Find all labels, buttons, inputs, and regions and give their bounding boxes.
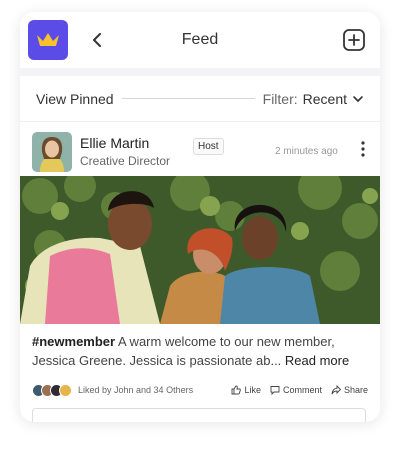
- comment-input[interactable]: [32, 408, 366, 422]
- host-badge: Host: [193, 138, 224, 155]
- like-label: Like: [244, 385, 261, 395]
- share-button[interactable]: Share: [331, 385, 368, 395]
- comment-icon: [270, 386, 280, 395]
- share-icon: [331, 385, 341, 395]
- plus-square-icon[interactable]: [342, 28, 366, 52]
- page-title: Feed: [181, 31, 219, 48]
- thumbs-up-icon: [231, 385, 242, 395]
- comment-label: Comment: [282, 385, 322, 395]
- filter-label: Filter:: [262, 90, 298, 107]
- avatar[interactable]: [32, 132, 72, 172]
- feed-card: Feed View Pinned Filter: Recent Ellie Ma…: [20, 12, 380, 422]
- liker-avatars[interactable]: [32, 383, 72, 397]
- author-role: Creative Director: [80, 154, 171, 168]
- post-text: #newmember A warm welcome to our new mem…: [32, 332, 372, 370]
- like-button[interactable]: Like: [231, 385, 261, 395]
- share-label: Share: [343, 385, 368, 395]
- read-more-link[interactable]: Read more: [281, 353, 349, 368]
- filter-bar: View Pinned Filter: Recent: [20, 76, 380, 122]
- liker-avatar: [59, 383, 72, 397]
- post-header: Ellie Martin Creative Director Host 2 mi…: [20, 122, 380, 180]
- likes-summary[interactable]: Liked by John and 34 Others: [78, 385, 193, 395]
- comment-button[interactable]: Comment: [270, 385, 322, 395]
- divider: [121, 98, 255, 99]
- chevron-down-icon[interactable]: [352, 93, 364, 105]
- action-buttons: Like Comment Share: [231, 385, 368, 395]
- filter-dropdown[interactable]: Recent: [303, 91, 347, 107]
- author-name[interactable]: Ellie Martin: [80, 135, 149, 151]
- header-separator: [20, 68, 380, 76]
- post-actions: Liked by John and 34 Others Like Comment…: [32, 380, 368, 400]
- post-image[interactable]: [20, 176, 380, 324]
- post-time: 2 minutes ago: [275, 146, 338, 157]
- more-options-icon[interactable]: [360, 140, 366, 158]
- view-pinned-link[interactable]: View Pinned: [36, 91, 114, 107]
- people-laughing-photo: [20, 176, 380, 324]
- hashtag-link[interactable]: #newmember: [32, 334, 115, 349]
- avatar-photo: [32, 132, 72, 172]
- top-bar: Feed: [20, 12, 380, 68]
